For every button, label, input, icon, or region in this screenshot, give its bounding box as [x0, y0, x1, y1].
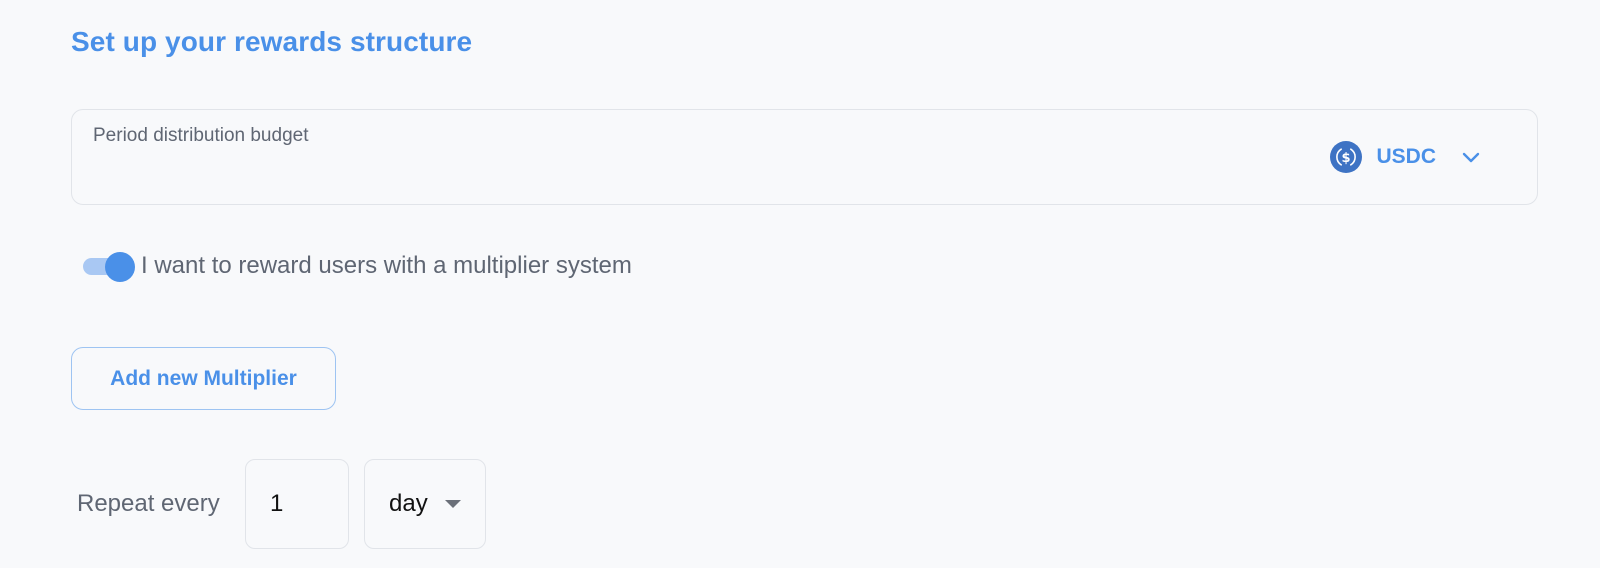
page-title: Set up your rewards structure: [71, 26, 473, 57]
multiplier-toggle-row: I want to reward users with a multiplier…: [83, 252, 632, 282]
token-label: USDC: [1376, 145, 1436, 168]
add-multiplier-button[interactable]: Add new Multiplier: [71, 347, 336, 410]
chevron-down-icon: [1462, 152, 1480, 163]
repeat-interval-input[interactable]: [245, 459, 349, 549]
repeat-unit-value: day: [389, 490, 428, 517]
toggle-knob: [105, 252, 135, 282]
usdc-coin-icon: $: [1330, 141, 1363, 173]
repeat-unit-select[interactable]: day: [364, 459, 486, 549]
token-selector[interactable]: $ USDC: [1330, 141, 1482, 173]
svg-text:$: $: [1342, 151, 1351, 166]
caret-down-icon: [445, 500, 461, 508]
budget-field[interactable]: Period distribution budget $ USDC: [71, 109, 1538, 205]
budget-label: Period distribution budget: [93, 125, 309, 146]
multiplier-toggle[interactable]: [83, 252, 135, 282]
repeat-label: Repeat every: [77, 490, 220, 517]
multiplier-toggle-label: I want to reward users with a multiplier…: [141, 252, 632, 279]
